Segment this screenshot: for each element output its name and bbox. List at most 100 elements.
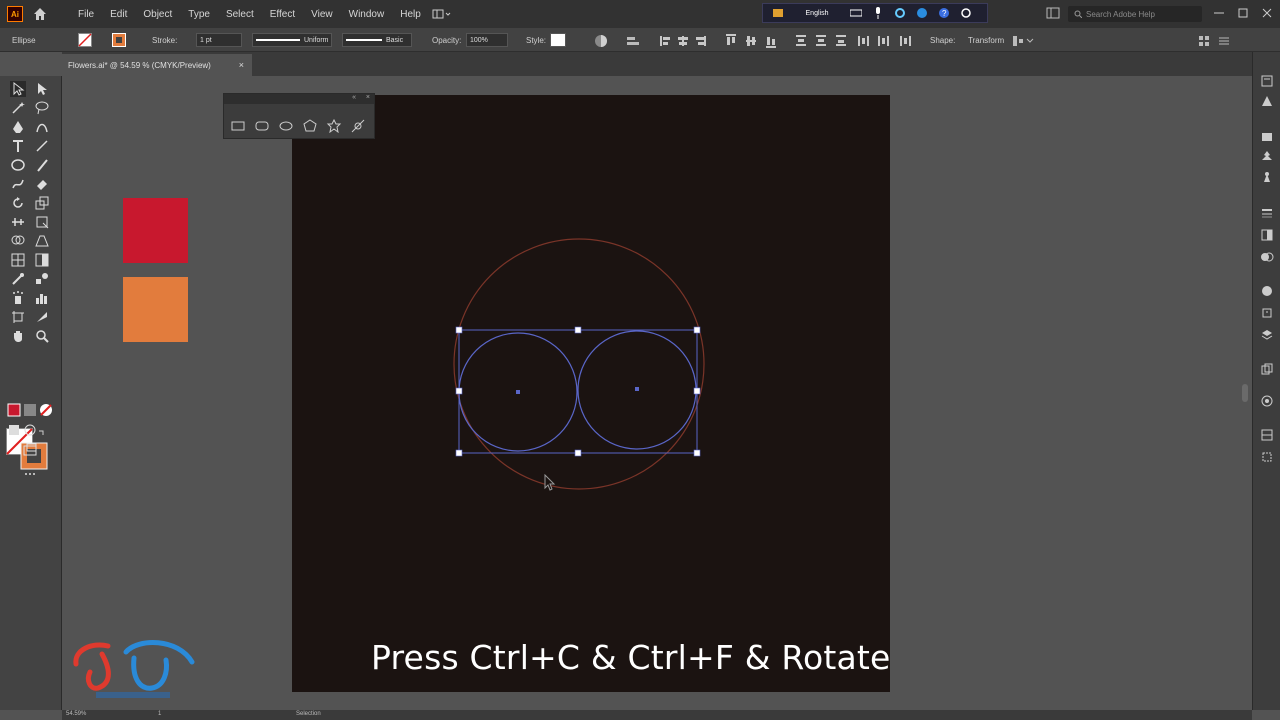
style-label[interactable]: Style: [526, 33, 546, 47]
zoom-tool-icon[interactable] [34, 328, 50, 344]
arrange-panels-icon[interactable] [1198, 35, 1210, 47]
shape-label[interactable]: Shape: [930, 33, 955, 47]
workspace-layout-icon[interactable] [429, 7, 455, 21]
zoom-level[interactable]: 54.59% [66, 711, 86, 717]
illustrator-logo[interactable]: Ai [7, 6, 23, 22]
stroke-weight-field[interactable]: 1 pt [196, 33, 242, 47]
maximize-icon[interactable] [1236, 7, 1250, 19]
width-tool-icon[interactable] [10, 214, 26, 230]
none-mode-icon[interactable] [38, 402, 54, 418]
curvature-tool-icon[interactable] [34, 119, 50, 135]
artboards-panel-icon[interactable] [1260, 362, 1274, 376]
rectangle-tool-icon[interactable] [229, 119, 247, 133]
libraries-panel-icon[interactable] [1260, 94, 1274, 108]
free-transform-tool-icon[interactable] [34, 214, 50, 230]
magic-wand-tool-icon[interactable] [10, 100, 26, 116]
slice-tool-icon[interactable] [34, 309, 50, 325]
opacity-field[interactable]: 100% [466, 33, 508, 47]
arrange-documents-icon[interactable] [1046, 7, 1060, 19]
symbols-panel-icon[interactable] [1260, 394, 1274, 408]
polygon-tool-icon[interactable] [301, 119, 319, 133]
menu-effect[interactable]: Effect [262, 9, 303, 20]
microphone-icon[interactable] [867, 6, 889, 20]
close-tab-icon[interactable]: × [239, 60, 244, 70]
pen-tool-icon[interactable] [10, 119, 26, 135]
star-tool-icon[interactable] [325, 119, 343, 133]
search-help-field[interactable]: Search Adobe Help [1068, 6, 1202, 22]
perspective-grid-tool-icon[interactable] [34, 233, 50, 249]
column-graph-tool-icon[interactable] [34, 290, 50, 306]
eraser-tool-icon[interactable] [34, 176, 50, 192]
edit-toolbar-icon[interactable] [22, 466, 38, 482]
gradient-mode-icon[interactable] [22, 402, 38, 418]
properties-panel-icon[interactable] [1260, 74, 1274, 88]
selection-tool-icon[interactable] [10, 81, 26, 97]
draw-behind-icon[interactable] [22, 422, 38, 438]
shape-builder-tool-icon[interactable] [10, 233, 26, 249]
refresh-icon[interactable] [955, 6, 977, 20]
menu-view[interactable]: View [303, 9, 341, 20]
align-to-icon[interactable] [626, 35, 642, 47]
direct-selection-tool-icon[interactable] [34, 81, 50, 97]
eyedropper-tool-icon[interactable] [10, 271, 26, 287]
menu-window[interactable]: Window [341, 9, 393, 20]
menu-help[interactable]: Help [392, 9, 429, 20]
rotate-tool-icon[interactable] [10, 195, 26, 211]
document-tab[interactable]: Flowers.ai* @ 54.59 % (CMYK/Preview) × [62, 54, 252, 76]
close-window-icon[interactable] [1260, 7, 1274, 19]
transform-options-icon[interactable] [1012, 35, 1036, 47]
transparency-panel-icon[interactable] [1260, 250, 1274, 264]
keyboard-icon[interactable] [845, 6, 867, 20]
edge-icon[interactable] [911, 6, 933, 20]
opacity-label[interactable]: Opacity: [432, 33, 461, 47]
flare-tool-icon[interactable] [349, 119, 367, 133]
close-panel-icon[interactable]: × [366, 94, 370, 101]
panel-menu-icon[interactable] [1218, 35, 1230, 47]
menu-select[interactable]: Select [218, 9, 262, 20]
help-icon[interactable]: ? [933, 6, 955, 20]
menu-edit[interactable]: Edit [102, 9, 135, 20]
screen-mode-icon[interactable] [22, 442, 38, 458]
scale-tool-icon[interactable] [34, 195, 50, 211]
home-icon[interactable] [33, 7, 47, 21]
menu-type[interactable]: Type [180, 9, 218, 20]
shaper-tool-icon[interactable] [10, 176, 26, 192]
graphic-styles-icon[interactable] [1260, 306, 1274, 320]
layers-panel-icon[interactable] [1260, 328, 1274, 342]
ellipse-tool-icon[interactable] [10, 157, 26, 173]
blend-tool-icon[interactable] [34, 271, 50, 287]
color-panel-icon[interactable] [1260, 130, 1274, 144]
minimize-icon[interactable] [1212, 7, 1226, 19]
mesh-tool-icon[interactable] [10, 252, 26, 268]
color-mode-icon[interactable] [6, 402, 22, 418]
menu-file[interactable]: File [70, 9, 102, 20]
swatches-panel-icon[interactable] [1260, 170, 1274, 184]
align-panel-icon[interactable] [1260, 450, 1274, 464]
artboard-navigator[interactable]: 1 [158, 711, 161, 717]
scrollbar-thumb[interactable] [1242, 384, 1248, 402]
stroke-profile-dropdown[interactable]: Uniform [252, 33, 332, 47]
paintbrush-tool-icon[interactable] [34, 157, 50, 173]
stroke-label[interactable]: Stroke: [152, 33, 177, 47]
gradient-tool-icon[interactable] [34, 252, 50, 268]
ellipse-shape-tool-icon[interactable] [277, 119, 295, 133]
collapse-panel-icon[interactable]: « [352, 94, 356, 101]
brush-dropdown[interactable]: Basic [342, 33, 412, 47]
rounded-rectangle-tool-icon[interactable] [253, 119, 271, 133]
draw-normal-icon[interactable] [6, 422, 22, 438]
ime-icon[interactable] [767, 6, 789, 20]
type-tool-icon[interactable] [10, 138, 26, 154]
appearance-panel-icon[interactable] [1260, 284, 1274, 298]
brushes-panel-icon[interactable] [1260, 428, 1274, 442]
lasso-tool-icon[interactable] [34, 100, 50, 116]
recolor-artwork-icon[interactable] [594, 34, 608, 48]
red-color-swatch[interactable] [123, 198, 188, 263]
align-distribute-icons[interactable] [660, 34, 920, 48]
orange-color-swatch[interactable] [123, 277, 188, 342]
artboard-tool-icon[interactable] [10, 309, 26, 325]
graphic-style-swatch[interactable] [550, 33, 566, 47]
line-segment-tool-icon[interactable] [34, 138, 50, 154]
fill-none-icon[interactable] [78, 33, 92, 47]
settings-icon[interactable] [889, 6, 911, 20]
language-indicator[interactable]: English [789, 10, 845, 17]
